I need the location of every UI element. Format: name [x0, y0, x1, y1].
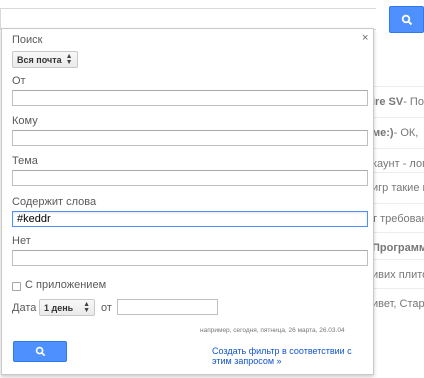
mail-row[interactable]: ивих плито — [372, 259, 424, 290]
mail-row[interactable]: т требовани — [372, 203, 424, 234]
attachment-label: С приложением — [25, 279, 107, 291]
create-filter-line1: Создать фильтр в соответствии с — [212, 346, 352, 356]
mail-snippet: ивих плито — [372, 269, 424, 281]
to-label: Кому — [12, 115, 38, 127]
date-range-select[interactable]: 1 день ▲ ▼ — [39, 299, 95, 316]
has-words-label: Содержит слова — [12, 196, 97, 208]
from-field[interactable] — [12, 90, 368, 106]
top-search-button[interactable] — [389, 6, 424, 33]
mail-snippet: Программа — [372, 242, 424, 254]
search-icon — [35, 346, 45, 357]
to-field[interactable] — [12, 130, 368, 146]
scope-select-value: Вся почта — [17, 54, 62, 65]
date-field[interactable] — [117, 299, 218, 315]
doesnt-have-field[interactable] — [12, 250, 368, 266]
mail-row[interactable]: игр такие г — [372, 172, 424, 203]
mail-snippet: т требовани — [372, 213, 424, 225]
mail-snippet: ивет, Старт — [372, 298, 424, 310]
mail-snippet: - По — [403, 96, 424, 108]
mail-row[interactable]: ме:) - ОК, — [372, 117, 424, 148]
has-words-field[interactable]: #keddr — [12, 211, 368, 227]
create-filter-line2: этим запросом » — [212, 356, 282, 366]
date-hint: например, сегодня, пятница, 26 марта, 26… — [200, 327, 345, 334]
create-filter-link[interactable]: Создать фильтр в соответствии с этим зап… — [212, 346, 372, 366]
search-button[interactable] — [13, 341, 67, 362]
search-icon — [401, 14, 412, 25]
from-label: От — [12, 75, 26, 87]
subject-label: Тема — [12, 155, 38, 167]
top-search-input[interactable] — [0, 8, 376, 30]
subject-field[interactable] — [12, 170, 368, 186]
mail-snippet: игр такие г — [372, 182, 424, 194]
date-from-label: от — [101, 302, 112, 314]
close-icon[interactable]: × — [362, 32, 368, 44]
panel-title: Поиск — [12, 34, 43, 46]
mail-sender: ire SV — [372, 96, 404, 108]
select-arrows-icon: ▲ ▼ — [65, 52, 73, 66]
mail-snippet: каунт - лог — [372, 158, 424, 170]
advanced-search-panel: Поиск × Вся почта ▲ ▼ От Кому Тема Содерж… — [1, 28, 374, 375]
mail-sender: ме:) — [372, 127, 394, 139]
doesnt-have-label: Нет — [12, 235, 31, 247]
mail-row[interactable]: ивет, Старт — [372, 288, 424, 319]
mail-row[interactable]: ire SV - По — [372, 86, 424, 117]
scope-select[interactable]: Вся почта ▲ ▼ — [12, 51, 78, 68]
date-range-value: 1 день — [44, 302, 74, 313]
attachment-checkbox[interactable] — [12, 282, 21, 291]
select-arrows-icon: ▲ ▼ — [83, 300, 90, 314]
mail-snippet: - ОК, — [393, 127, 419, 139]
date-label: Дата — [12, 302, 37, 314]
